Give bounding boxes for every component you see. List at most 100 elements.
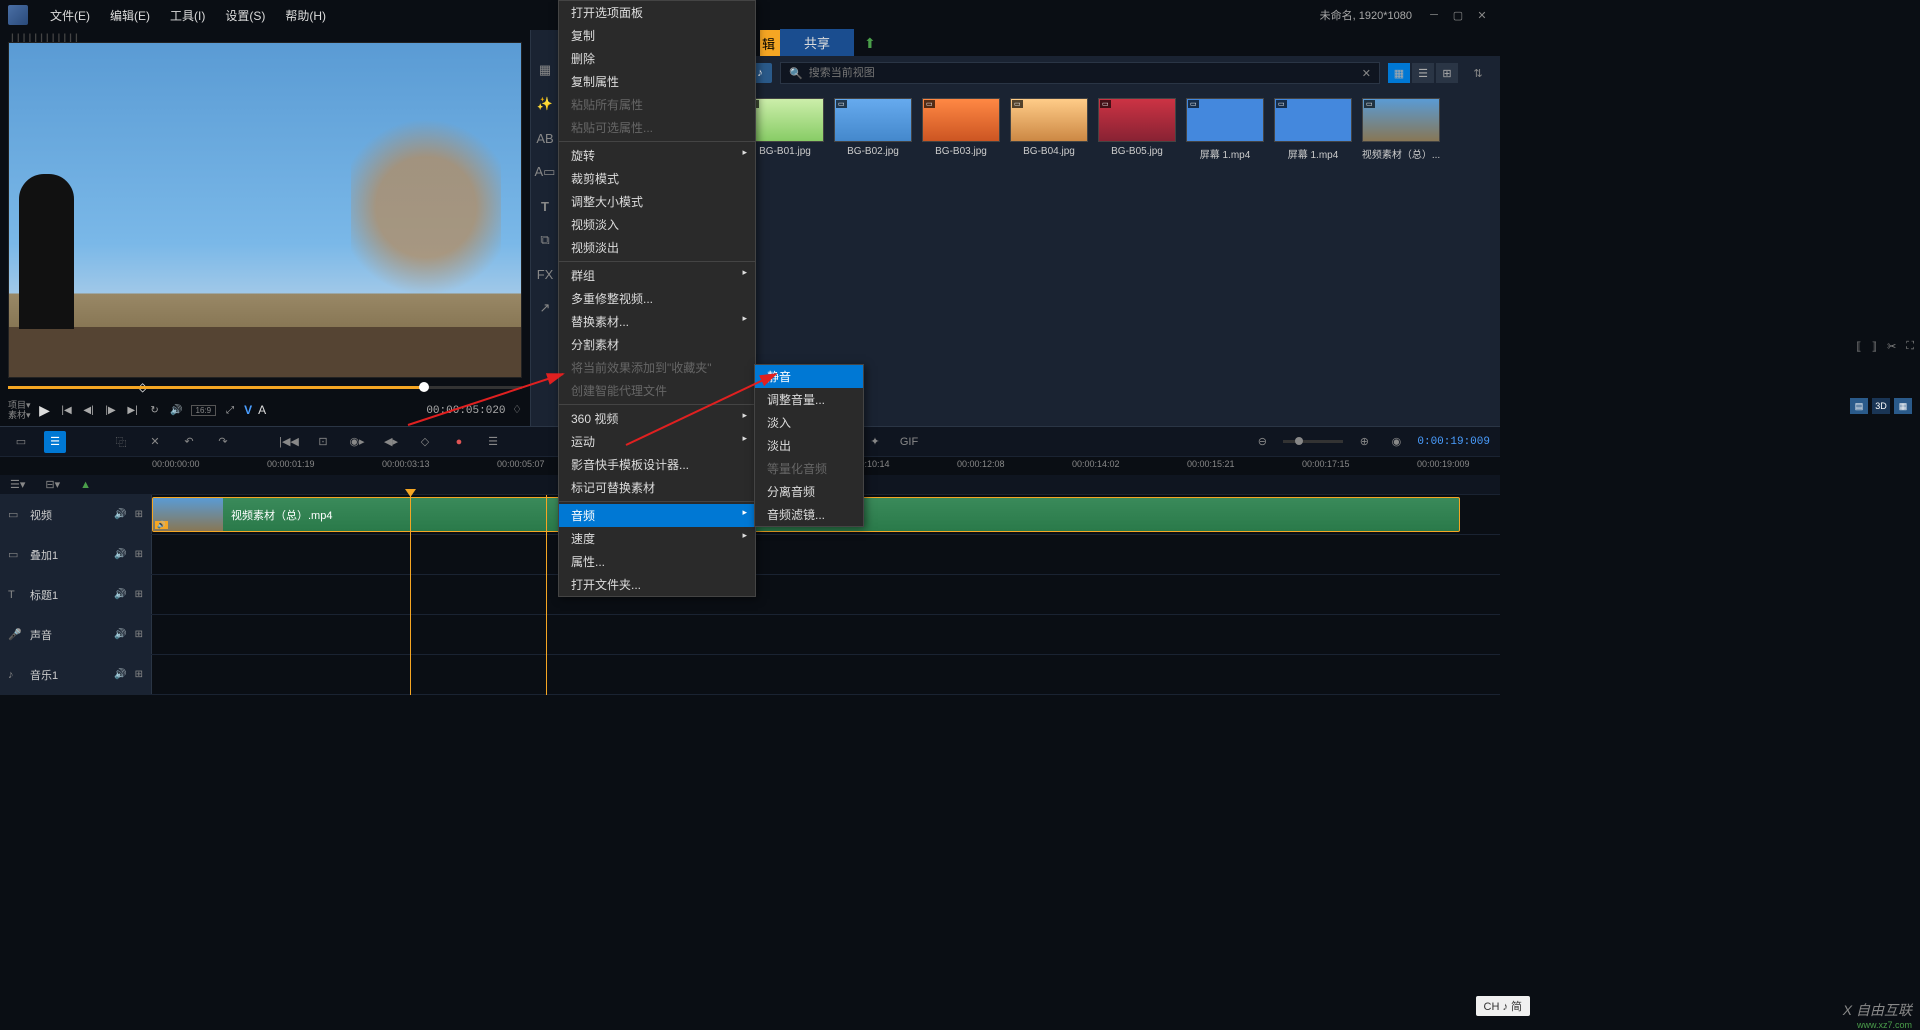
gif-icon[interactable]: GIF [898,431,920,453]
panel-grip[interactable]: ┃┃┃┃┃┃┃┃┃┃┃┃ [8,34,522,42]
step-back-button[interactable]: ◀| [81,402,97,418]
menu-edit[interactable]: 编辑(E) [100,7,160,24]
track-mute-icon[interactable]: 🔊 [114,509,126,520]
track-body[interactable] [152,655,1500,694]
view-list-icon[interactable]: ☰ [1412,63,1434,83]
library-thumb[interactable]: ▭BG-B02.jpg [832,98,914,161]
next-frame-button[interactable]: ▶| [125,402,141,418]
track-body[interactable] [152,615,1500,654]
loop-button[interactable]: ↻ [147,402,163,418]
ctx-item[interactable]: 替换素材... [559,310,755,333]
play-button[interactable]: ▶ [37,402,53,418]
timeline-mode-icon[interactable]: ☰ [44,431,66,453]
zoom-slider[interactable] [1283,440,1343,443]
track-lock-icon[interactable]: ⊞ [135,549,143,560]
view-grid-icon[interactable]: ⊞ [1436,63,1458,83]
tool-title-icon[interactable]: T [535,196,555,216]
ctx-item[interactable]: 视频淡入 [559,213,755,236]
tool-layers-icon[interactable]: ▦ [535,60,555,80]
track-lock-icon[interactable]: ⊞ [135,509,143,520]
snap-icon[interactable]: ⊡ [312,431,334,453]
fit-icon[interactable]: ◉ [1385,431,1407,453]
view-large-icon[interactable]: ▦ [1388,63,1410,83]
tool-filter-icon[interactable]: FX [535,264,555,284]
zoom-out-icon[interactable]: ⊖ [1251,431,1273,453]
ctx-item[interactable]: 属性... [559,550,755,573]
library-thumb[interactable]: ▭视频素材（总）... [1360,98,1442,161]
expand-icon[interactable]: ⤢ [222,402,238,418]
playhead[interactable] [410,495,411,695]
ctx-item[interactable]: 打开选项面板 [559,1,755,24]
maximize-button[interactable]: ▢ [1448,5,1468,25]
ctx-item[interactable]: 群组 [559,264,755,287]
mode-clip[interactable]: 素材▾ [8,410,31,420]
menu-help[interactable]: 帮助(H) [275,7,336,24]
zoom-in-icon[interactable]: ⊕ [1353,431,1375,453]
tab-share[interactable]: 共享 [780,29,854,58]
tab-edit[interactable]: 辑 [760,30,780,57]
track-mute-icon[interactable]: 🔊 [114,629,126,640]
ctx-item[interactable]: 复制 [559,24,755,47]
aspect-ratio[interactable]: 16:9 [191,405,217,416]
track-menu-icon[interactable]: ☰▾ [10,478,25,491]
upload-icon[interactable]: ⬆ [864,35,876,52]
prev-frame-button[interactable]: |◀ [59,402,75,418]
library-thumb[interactable]: ▭BG-B04.jpg [1008,98,1090,161]
tool-path-icon[interactable]: ↗ [535,298,555,318]
close-button[interactable]: ✕ [1472,5,1492,25]
mark-out-icon[interactable]: ⟧ [1872,340,1877,353]
track-mute-icon[interactable]: 🔊 [114,589,126,600]
ctx-item[interactable]: 删除 [559,47,755,70]
menu-file[interactable]: 文件(E) [40,7,100,24]
cut-icon[interactable]: ✂ [1887,340,1896,353]
tool-ab-icon[interactable]: AB [535,128,555,148]
marker-icon[interactable]: ◀▸ [380,431,402,453]
track-body[interactable] [152,535,1500,574]
panel-view3-icon[interactable]: ▦ [1894,398,1912,414]
tool-text-icon[interactable]: A▭ [535,162,555,182]
library-thumb[interactable]: ▭BG-B01.jpg [744,98,826,161]
fx3-icon[interactable]: ✦ [864,431,886,453]
goto-start-icon[interactable]: |◀◀ [278,431,300,453]
ctx-item[interactable]: 多重修整视频... [559,287,755,310]
tool-transition-icon[interactable]: ⧉ [535,230,555,250]
fullscreen-icon[interactable]: ⛶ [1906,340,1914,353]
ctx-item[interactable]: 旋转 [559,144,755,167]
ctx-item[interactable]: 影音快手模板设计器... [559,453,755,476]
ctx-item[interactable]: 裁剪模式 [559,167,755,190]
copy-icon[interactable]: ⿻ [110,431,132,453]
storyboard-mode-icon[interactable]: ▭ [10,431,32,453]
library-thumb[interactable]: ▭BG-B05.jpg [1096,98,1178,161]
track-mute-icon[interactable]: 🔊 [114,549,126,560]
ctx-item[interactable]: 速度 [559,527,755,550]
sort-icon[interactable]: ⇅ [1466,63,1490,83]
track-icon[interactable]: ◇ [414,431,436,453]
track-lock-icon[interactable]: ⊟▾ [45,478,60,491]
library-thumb[interactable]: ▭屏幕 1.mp4 [1184,98,1266,161]
step-fwd-button[interactable]: |▶ [103,402,119,418]
ctx-item[interactable]: 音频 [559,504,755,527]
library-thumb[interactable]: ▭BG-B03.jpg [920,98,1002,161]
track-collapse-icon[interactable]: ▲ [80,479,91,491]
track-body[interactable] [152,575,1500,614]
volume-button[interactable]: 🔊 [169,402,185,418]
tools-icon[interactable]: ✕ [144,431,166,453]
ripple-icon[interactable]: ◉▸ [346,431,368,453]
panel-view2-icon[interactable]: 3D [1872,398,1890,414]
clear-search-icon[interactable]: ✕ [1362,67,1371,80]
record-icon[interactable]: ● [448,431,470,453]
mark-in-icon[interactable]: ⟦ [1856,340,1861,353]
menu-tools[interactable]: 工具(I) [160,7,215,24]
ctx-item[interactable]: 打开文件夹... [559,573,755,596]
redo-icon[interactable]: ↷ [212,431,234,453]
preview-screen[interactable] [8,42,522,378]
track-lock-icon[interactable]: ⊞ [135,669,143,680]
track-lock-icon[interactable]: ⊞ [135,589,143,600]
library-thumb[interactable]: ▭屏幕 1.mp4 [1272,98,1354,161]
tool-fx-icon[interactable]: ✨ [535,94,555,114]
minimize-button[interactable]: ─ [1424,5,1444,25]
mode-project[interactable]: 项目▾ [8,400,31,410]
submenu-item[interactable]: 分离音频 [755,480,863,503]
panel-view1-icon[interactable]: ▤ [1850,398,1868,414]
undo-icon[interactable]: ↶ [178,431,200,453]
